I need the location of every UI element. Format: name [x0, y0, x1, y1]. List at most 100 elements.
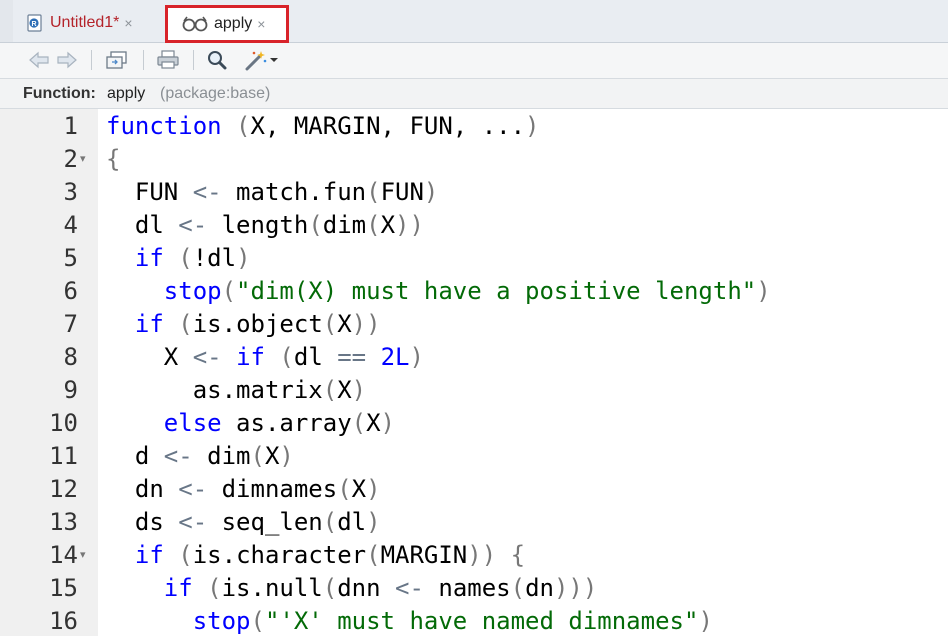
code-token: ( — [250, 607, 265, 635]
line-number: 14 — [49, 541, 78, 569]
line-number: 1 — [63, 112, 78, 140]
code-token: if — [134, 244, 164, 272]
tab-label: Untitled1* — [50, 14, 120, 31]
function-info-bar: Function: apply (package:base) — [0, 79, 948, 109]
toolbar-separator — [193, 50, 194, 70]
code-token: if — [236, 343, 265, 371]
code-tools-wand-icon — [245, 51, 267, 71]
code-text: ds <- seq_len(dl) — [106, 506, 381, 539]
code-line: 8 X <- if (dl == 2L) — [0, 341, 948, 374]
line-number: 8 — [63, 343, 78, 371]
code-text: else as.array(X) — [106, 407, 395, 440]
code-text: stop("dim(X) must have a positive length… — [106, 275, 771, 308]
code-editor[interactable]: 1 function (X, MARGIN, FUN, ...) 2 ▾{3 FUN … — [0, 109, 948, 636]
code-token: match.fun — [221, 178, 367, 206]
code-token: ( — [178, 541, 193, 569]
tab-bar: R Untitled1* × apply × — [0, 0, 948, 43]
code-token: ) — [525, 112, 540, 140]
code-token: ( — [510, 574, 526, 602]
code-line: 9 as.matrix(X) — [0, 374, 948, 407]
line-number: 16 — [49, 607, 78, 635]
code-token: <- — [178, 475, 208, 503]
code-line: 11 d <- dim(X) — [0, 440, 948, 473]
code-token: ( — [279, 343, 294, 371]
code-line: 16 stop("'X' must have named dimnames") — [0, 605, 948, 638]
code-text: dl <- length(dim(X)) — [106, 209, 424, 242]
code-line: 4 dl <- length(dim(X)) — [0, 209, 948, 242]
code-token: names — [423, 574, 511, 602]
code-token: ( — [322, 508, 338, 536]
code-token: ( — [178, 310, 193, 338]
code-token: FUN — [106, 178, 193, 206]
code-line: 2 ▾ { — [0, 143, 948, 176]
code-token: X — [106, 343, 193, 371]
code-text: stop("'X' must have named dimnames") — [106, 605, 713, 638]
code-token: is.character — [192, 541, 367, 569]
line-number: 7 — [63, 310, 78, 338]
tab-apply[interactable]: apply × — [165, 5, 289, 43]
code-token: ( — [207, 574, 222, 602]
close-icon[interactable]: × — [257, 16, 265, 32]
code-token: ) — [380, 409, 395, 437]
code-token: length — [207, 211, 309, 239]
code-token: as.matrix — [106, 376, 323, 404]
code-token: ) — [409, 343, 424, 371]
show-in-new-window-button[interactable] — [104, 48, 130, 72]
code-token: <- — [192, 343, 222, 371]
fold-toggle-icon[interactable]: ▾ — [80, 143, 86, 176]
code-token: if — [134, 310, 164, 338]
code-token: ) — [279, 442, 294, 470]
code-text: { — [106, 143, 120, 176]
code-token: ( — [351, 409, 367, 437]
back-button[interactable] — [26, 48, 52, 72]
code-line: 5 if (!dl) — [0, 242, 948, 275]
code-token: ( — [322, 376, 338, 404]
svg-text:R: R — [31, 21, 36, 28]
code-token: X — [366, 409, 381, 437]
line-number: 3 — [63, 178, 78, 206]
print-button[interactable] — [155, 48, 181, 72]
code-token: !dl — [192, 244, 237, 272]
code-tools-button[interactable] — [244, 48, 278, 72]
line-number: 13 — [49, 508, 78, 536]
show-in-window-icon — [106, 51, 127, 69]
line-number: 9 — [63, 376, 78, 404]
editor-toolbar — [0, 43, 948, 79]
code-token: ) — [423, 178, 439, 206]
code-token: dl — [106, 211, 179, 239]
code-token: ) — [351, 376, 367, 404]
close-icon[interactable]: × — [124, 15, 132, 31]
code-token: ( — [366, 178, 381, 206]
tab-untitled1[interactable]: R Untitled1* × — [26, 6, 156, 40]
find-button[interactable] — [204, 48, 230, 72]
fold-toggle-icon[interactable]: ▾ — [80, 539, 86, 572]
line-number: 2 — [63, 145, 78, 173]
line-number: 15 — [49, 574, 78, 602]
code-line: 13 ds <- seq_len(dl) — [0, 506, 948, 539]
code-line: 10 else as.array(X) — [0, 407, 948, 440]
code-token: else — [163, 409, 222, 437]
code-token: <- — [395, 574, 424, 602]
code-token: as.array — [221, 409, 352, 437]
toolbar-separator — [143, 50, 144, 70]
code-line: 3 FUN <- match.fun(FUN) — [0, 176, 948, 209]
code-token: function — [106, 112, 222, 140]
forward-button[interactable] — [54, 48, 80, 72]
code-text: dn <- dimnames(X) — [106, 473, 381, 506]
function-label: Function: — [23, 85, 96, 102]
code-token: )) — [351, 310, 381, 338]
code-token: <- — [178, 211, 208, 239]
code-line: 15 if (is.null(dnn <- names(dn))) — [0, 572, 948, 605]
code-token: MARGIN — [380, 541, 468, 569]
code-token: <- — [178, 508, 208, 536]
code-token: ) — [698, 607, 713, 635]
toolbar-separator — [91, 50, 92, 70]
